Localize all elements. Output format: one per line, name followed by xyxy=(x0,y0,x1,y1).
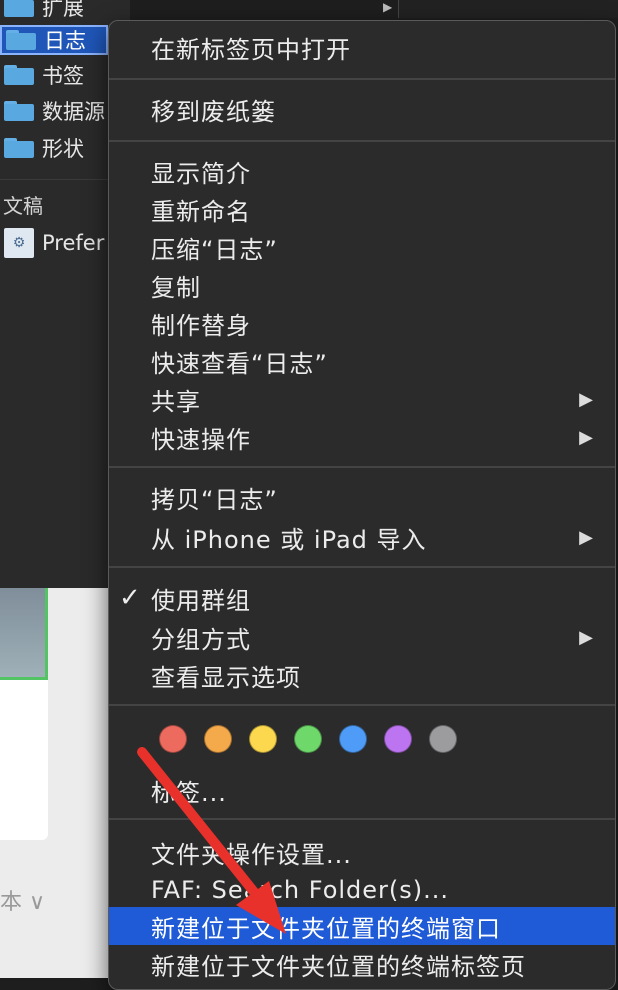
folder-icon xyxy=(4,0,34,17)
checkmark-icon: ✓ xyxy=(119,583,141,613)
menu-item-rename[interactable]: 重新命名 xyxy=(109,190,615,228)
submenu-arrow-icon: ▶ xyxy=(579,526,593,548)
menu-item-tags[interactable]: 标签... xyxy=(109,771,615,809)
menu-item-new-terminal-tab-at-folder[interactable]: 新建位于文件夹位置的终端标签页 xyxy=(109,945,615,983)
sidebar-item-extensions[interactable]: 扩展 xyxy=(0,0,130,22)
sidebar-divider xyxy=(0,179,110,180)
tag-gray[interactable] xyxy=(429,725,457,753)
menu-item-quick-actions[interactable]: 快速操作 ▶ xyxy=(109,418,615,456)
sidebar-item-logs[interactable]: 日志 xyxy=(0,25,108,55)
image-thumbnail[interactable] xyxy=(0,588,48,680)
menu-item-make-alias[interactable]: 制作替身 xyxy=(109,304,615,342)
lower-pane-label[interactable]: 本 ∨ xyxy=(0,884,45,916)
menu-separator xyxy=(109,78,615,80)
submenu-arrow-icon: ▶ xyxy=(579,388,593,410)
menu-item-copy[interactable]: 拷贝“日志” xyxy=(109,478,615,516)
menu-separator xyxy=(109,704,615,706)
submenu-arrow-icon: ▶ xyxy=(579,626,593,648)
sidebar-item-label: 扩展 xyxy=(42,0,84,20)
menu-item-folder-actions-setup[interactable]: 文件夹操作设置... xyxy=(109,833,615,871)
menu-item-move-to-trash[interactable]: 移到废纸篓 xyxy=(109,90,615,128)
tag-orange[interactable] xyxy=(204,725,232,753)
tag-color-row xyxy=(159,725,457,753)
menu-item-import-from-iphone[interactable]: 从 iPhone 或 iPad 导入 ▶ xyxy=(109,518,615,556)
menu-separator xyxy=(109,566,615,568)
context-menu: 在新标签页中打开 移到废纸篓 显示简介 重新命名 压缩“日志” 复制 制作替身 … xyxy=(108,20,616,990)
menu-item-quick-look[interactable]: 快速查看“日志” xyxy=(109,342,615,380)
menu-item-show-view-options[interactable]: 查看显示选项 xyxy=(109,656,615,694)
menu-item-faf-search-folder[interactable]: FAF: Search Folder(s)... xyxy=(109,871,615,909)
menu-item-compress[interactable]: 压缩“日志” xyxy=(109,228,615,266)
sidebar-item-label: 书签 xyxy=(42,64,84,88)
sidebar-section-documents: 文稿 xyxy=(3,194,43,218)
sidebar-item-label: 日志 xyxy=(44,29,86,53)
menu-item-get-info[interactable]: 显示简介 xyxy=(109,152,615,190)
window-top-edge xyxy=(398,0,618,18)
folder-icon xyxy=(4,138,34,158)
folder-icon xyxy=(4,101,34,121)
menu-item-share[interactable]: 共享 ▶ xyxy=(109,380,615,418)
preferences-file-icon: ⚙ xyxy=(4,228,34,258)
menu-item-group-by[interactable]: 分组方式 ▶ xyxy=(109,618,615,656)
sidebar-item-label: 形状 xyxy=(42,137,84,161)
folder-icon xyxy=(6,30,36,50)
menu-item-new-terminal-at-folder[interactable]: 新建位于文件夹位置的终端窗口 xyxy=(109,907,615,945)
menu-separator xyxy=(109,466,615,468)
menu-item-open-in-new-tab[interactable]: 在新标签页中打开 xyxy=(109,28,615,66)
menu-item-use-groups[interactable]: ✓ 使用群组 xyxy=(109,579,615,617)
scroll-arrow-icon: ▶ xyxy=(383,0,393,14)
tag-blue[interactable] xyxy=(339,725,367,753)
menu-item-duplicate[interactable]: 复制 xyxy=(109,266,615,304)
sidebar-item-label: 数据源 xyxy=(42,100,105,124)
folder-icon xyxy=(4,65,34,85)
submenu-arrow-icon: ▶ xyxy=(579,426,593,448)
menu-separator xyxy=(109,140,615,142)
tag-red[interactable] xyxy=(159,725,187,753)
tag-purple[interactable] xyxy=(384,725,412,753)
sidebar-item-label: Prefer xyxy=(42,231,105,255)
tag-yellow[interactable] xyxy=(249,725,277,753)
tag-green[interactable] xyxy=(294,725,322,753)
preview-card xyxy=(0,680,48,840)
menu-separator xyxy=(109,818,615,820)
